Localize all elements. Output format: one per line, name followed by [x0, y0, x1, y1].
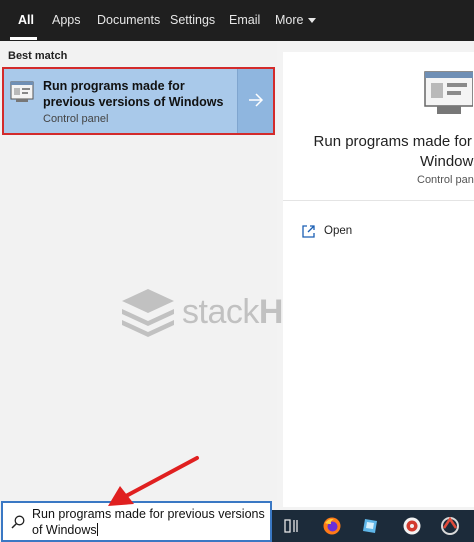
search-category-tabs: All Apps Documents Settings Email More	[0, 0, 474, 41]
tab-email[interactable]: Email	[229, 0, 260, 41]
tab-active-indicator	[10, 37, 37, 40]
compatibility-icon	[10, 81, 34, 102]
best-match-result[interactable]: Run programs made for previous versions …	[2, 67, 275, 135]
details-subtitle: Control pane	[417, 174, 474, 186]
media-icon[interactable]	[402, 516, 422, 536]
watermark-light: stack	[182, 293, 259, 331]
best-match-subtitle: Control panel	[43, 113, 109, 125]
text-cursor	[96, 523, 98, 536]
expand-details-button[interactable]	[237, 69, 273, 133]
details-divider	[283, 200, 474, 201]
stack-logo-icon	[122, 289, 174, 337]
tab-all[interactable]: All	[18, 0, 34, 41]
details-title: Run programs made for p	[313, 133, 474, 150]
tab-settings[interactable]: Settings	[170, 0, 215, 41]
firefox-icon[interactable]	[322, 516, 342, 536]
details-title-line2: Windows	[420, 153, 474, 170]
results-pane: Best match Run programs made for previou…	[0, 41, 277, 501]
annotation-arrow	[108, 456, 199, 506]
open-label: Open	[324, 225, 353, 237]
best-match-title: Run programs made for previous versions …	[43, 79, 224, 109]
taskbar	[272, 510, 474, 542]
open-icon	[302, 225, 315, 238]
app-icon[interactable]	[440, 516, 460, 536]
best-match-heading: Best match	[8, 50, 68, 62]
tab-more[interactable]: More	[275, 0, 317, 41]
arrow-right-icon	[249, 93, 264, 107]
details-pane: Run programs made for p Windows Control …	[283, 52, 474, 507]
chevron-down-icon	[308, 18, 317, 24]
notepad-icon[interactable]	[360, 516, 380, 536]
tab-apps[interactable]: Apps	[52, 0, 81, 41]
best-match-open-area[interactable]: Run programs made for previous versions …	[4, 69, 237, 133]
tab-documents[interactable]: Documents	[97, 0, 160, 41]
compatibility-large-icon	[424, 71, 473, 114]
search-icon	[11, 515, 25, 529]
tab-more-label: More	[275, 13, 304, 27]
task-view-icon[interactable]	[282, 516, 302, 536]
